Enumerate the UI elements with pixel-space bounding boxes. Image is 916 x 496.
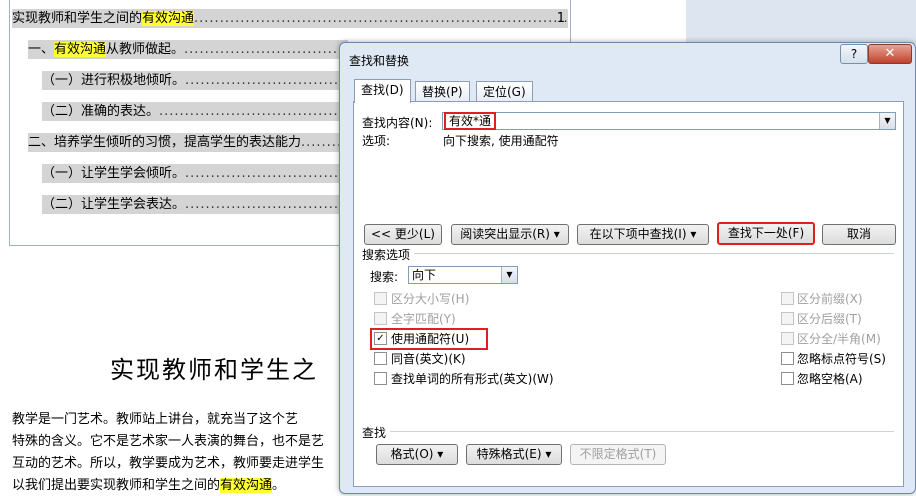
- format-button[interactable]: 格式(O) ▾: [376, 444, 458, 465]
- find-section-heading: 查找: [362, 426, 387, 440]
- chevron-down-icon[interactable]: ▼: [501, 267, 517, 283]
- close-button[interactable]: ✕: [868, 44, 912, 64]
- help-button[interactable]: ?: [840, 44, 868, 64]
- search-direction-select[interactable]: 向下 ▼: [408, 266, 518, 284]
- toc-entry[interactable]: （一）让学生学会倾听。.............................…: [42, 164, 348, 183]
- toc-entry[interactable]: （二）准确的表达。...............................…: [42, 102, 348, 121]
- options-value: 向下搜索, 使用通配符: [443, 134, 559, 148]
- match-case-checkbox[interactable]: [374, 292, 387, 305]
- match-width-checkbox[interactable]: [781, 332, 794, 345]
- match-suffix-checkbox[interactable]: [781, 312, 794, 325]
- toc-entry[interactable]: 一、有效沟通从教师做起。............................…: [28, 40, 348, 59]
- tab-find[interactable]: 查找(D): [354, 79, 411, 103]
- use-wildcards-checkbox[interactable]: ✓: [374, 332, 387, 345]
- tab-replace[interactable]: 替换(P): [415, 81, 470, 102]
- paragraph-line: 以我们提出要实现教师和学生之间的有效沟通。: [12, 478, 286, 493]
- match-case-label: 区分大小写(H): [391, 292, 470, 306]
- paragraph-line: 互动的艺术。所以，教学要成为艺术，教师要走进学生: [12, 456, 325, 471]
- chevron-down-icon[interactable]: ▼: [879, 113, 895, 129]
- all-word-forms-label: 查找单词的所有形式(英文)(W): [391, 372, 554, 386]
- find-next-button[interactable]: 查找下一处(F): [717, 222, 815, 245]
- search-highlight: 有效沟通: [54, 42, 107, 57]
- paragraph-line: 教学是一门艺术。教师站上讲台，就充当了这个艺: [12, 412, 299, 427]
- match-prefix-checkbox[interactable]: [781, 292, 794, 305]
- all-word-forms-checkbox[interactable]: [374, 372, 387, 385]
- search-highlight: 有效沟通: [142, 11, 195, 26]
- tab-goto[interactable]: 定位(G): [476, 81, 533, 102]
- ignore-punctuation-checkbox[interactable]: [781, 352, 794, 365]
- search-direction-label: 搜索:: [370, 270, 399, 284]
- reading-highlight-button[interactable]: 阅读突出显示(R) ▾: [451, 224, 569, 245]
- find-what-input[interactable]: 有效*通: [444, 112, 497, 130]
- use-wildcards-label: 使用通配符(U): [391, 332, 470, 346]
- search-highlight: 有效沟通: [220, 478, 273, 493]
- ignore-whitespace-label: 忽略空格(A): [797, 372, 863, 386]
- toc-page-number: 1: [556, 11, 565, 26]
- find-what-combobox[interactable]: 有效*通 ▼: [442, 112, 896, 130]
- find-what-label: 查找内容(N):: [362, 116, 433, 130]
- match-width-label: 区分全/半角(M): [797, 332, 881, 346]
- special-format-button[interactable]: 特殊格式(E) ▾: [466, 444, 562, 465]
- dialog-title: 查找和替换: [349, 54, 410, 68]
- sounds-like-checkbox[interactable]: [374, 352, 387, 365]
- divider: [414, 253, 894, 254]
- divider: [390, 431, 894, 432]
- no-formatting-button[interactable]: 不限定格式(T): [570, 444, 666, 465]
- match-suffix-label: 区分后缀(T): [797, 312, 862, 326]
- paragraph-line: 特殊的含义。它不是艺术家一人表演的舞台，也不是艺: [12, 434, 325, 449]
- whole-word-label: 全字匹配(Y): [391, 312, 456, 326]
- options-label: 选项:: [362, 134, 391, 148]
- find-replace-dialog: 查找和替换 ? ✕ 查找(D) 替换(P) 定位(G) 查找内容(N): 有效*…: [339, 42, 916, 494]
- whole-word-checkbox[interactable]: [374, 312, 387, 325]
- sounds-like-label: 同音(英文)(K): [391, 352, 466, 366]
- less-button[interactable]: << 更少(L): [364, 224, 442, 245]
- toc-entry[interactable]: 二、培养学生倾听的习惯，提高学生的表达能力...............: [28, 133, 348, 152]
- ignore-punctuation-label: 忽略标点符号(S): [797, 352, 886, 366]
- ribbon-background: [686, 0, 916, 44]
- find-in-button[interactable]: 在以下项中查找(I) ▾: [577, 224, 709, 245]
- dialog-titlebar[interactable]: 查找和替换 ? ✕: [340, 43, 915, 73]
- match-prefix-label: 区分前缀(X): [797, 292, 863, 306]
- search-options-heading: 搜索选项: [362, 248, 411, 262]
- toc-entry[interactable]: （一）进行积极地倾听。.............................…: [42, 71, 348, 90]
- ignore-whitespace-checkbox[interactable]: [781, 372, 794, 385]
- document-heading: 实现教师和学生之: [110, 356, 318, 384]
- toc-entry-title[interactable]: 实现教师和学生之间的有效沟通..........................…: [12, 9, 568, 28]
- find-panel: 查找内容(N): 有效*通 ▼ 选项: 向下搜索, 使用通配符 << 更少(L)…: [353, 101, 904, 487]
- cancel-button[interactable]: 取消: [822, 224, 896, 245]
- toc-entry[interactable]: （二）让学生学会表达。.............................…: [42, 195, 348, 214]
